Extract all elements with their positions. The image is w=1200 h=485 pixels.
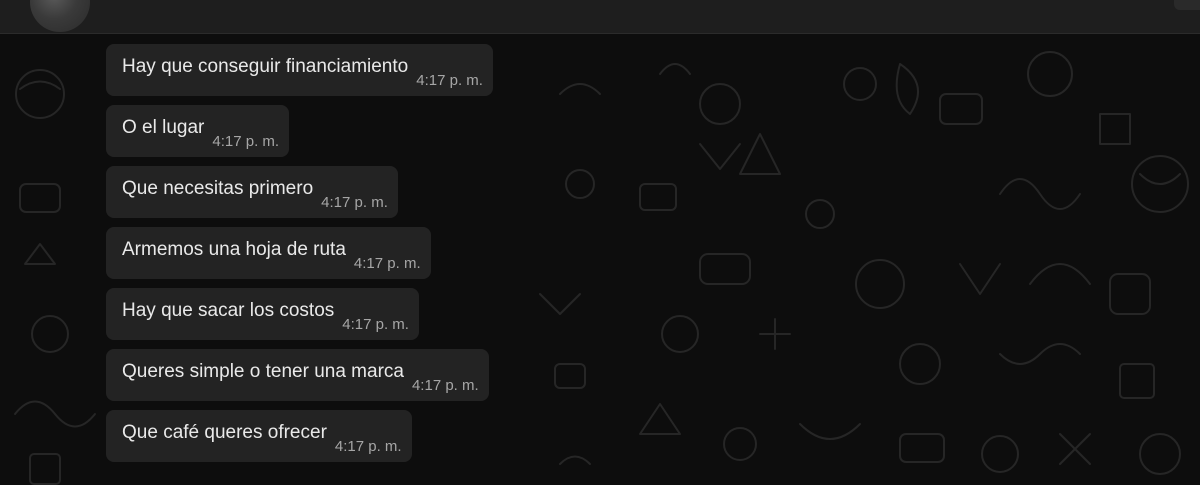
message-bubble[interactable]: Hay que sacar los costos 4:17 p. m. bbox=[106, 288, 419, 340]
message-text: Que café queres ofrecer bbox=[122, 422, 327, 443]
header-corner bbox=[1174, 0, 1200, 10]
chat-header bbox=[0, 0, 1200, 34]
chat-area[interactable]: Hay que conseguir financiamiento 4:17 p.… bbox=[0, 34, 1200, 485]
message-time: 4:17 p. m. bbox=[334, 437, 402, 455]
message-bubble[interactable]: Queres simple o tener una marca 4:17 p. … bbox=[106, 349, 489, 401]
message-text: Que necesitas primero bbox=[122, 178, 314, 199]
avatar[interactable] bbox=[30, 0, 90, 32]
message-text: Armemos una hoja de ruta bbox=[122, 239, 346, 260]
message-time: 4:17 p. m. bbox=[411, 376, 479, 394]
message-time: 4:17 p. m. bbox=[342, 315, 409, 333]
message-time: 4:17 p. m. bbox=[353, 254, 421, 272]
message-text: Hay que sacar los costos bbox=[122, 300, 335, 321]
message-text: Hay que conseguir financiamiento bbox=[122, 56, 409, 77]
message-list: Hay que conseguir financiamiento 4:17 p.… bbox=[106, 44, 493, 471]
message-text: Queres simple o tener una marca bbox=[122, 361, 404, 382]
message-time: 4:17 p. m. bbox=[212, 132, 280, 150]
message-bubble[interactable]: Que necesitas primero 4:17 p. m. bbox=[106, 166, 398, 218]
message-text: O el lugar bbox=[122, 117, 205, 138]
message-bubble[interactable]: Hay que conseguir financiamiento 4:17 p.… bbox=[106, 44, 493, 96]
message-bubble[interactable]: Que café queres ofrecer 4:17 p. m. bbox=[106, 410, 412, 462]
message-time: 4:17 p. m. bbox=[416, 71, 483, 89]
message-bubble[interactable]: O el lugar 4:17 p. m. bbox=[106, 105, 290, 157]
message-bubble[interactable]: Armemos una hoja de ruta 4:17 p. m. bbox=[106, 227, 431, 279]
message-time: 4:17 p. m. bbox=[321, 193, 388, 211]
